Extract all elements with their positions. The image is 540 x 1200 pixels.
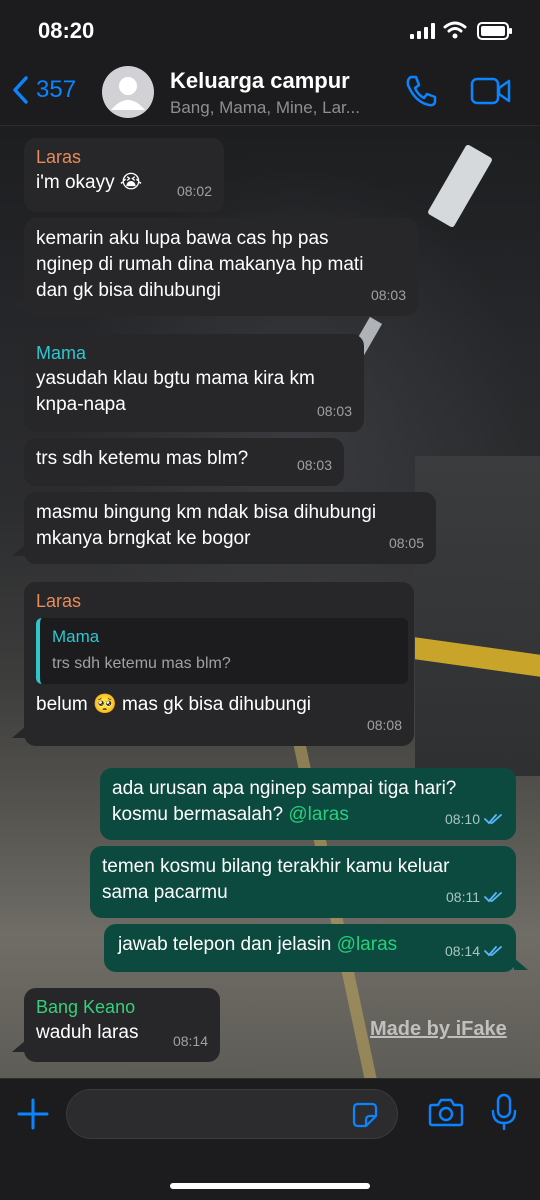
message-bubble-outgoing[interactable]: temen kosmu bilang terakhir kamu keluar …: [90, 846, 516, 918]
message-time: 08:08: [366, 717, 402, 733]
chat-title: Keluarga campur: [170, 68, 350, 93]
message-bubble[interactable]: kemarin aku lupa bawa cas hp pas nginep …: [24, 218, 418, 316]
unread-count: 357: [36, 76, 77, 103]
back-button[interactable]: 357: [12, 76, 76, 104]
message-time: 08:14: [445, 938, 504, 964]
sender-name: Laras: [36, 147, 82, 167]
message-text: trs sdh ketemu mas blm?: [36, 448, 249, 469]
bubble-tail: [12, 1040, 26, 1052]
group-avatar[interactable]: [102, 66, 154, 118]
back-chevron-icon: [13, 76, 28, 104]
mic-icon[interactable]: [490, 1093, 518, 1131]
message-time: 08:05: [388, 535, 424, 551]
message-bubble[interactable]: masmu bingung km ndak bisa dihubungi mka…: [24, 492, 436, 564]
message-text: belum 🥺 mas gk bisa dihubungi: [36, 694, 312, 715]
read-check-icon: [484, 814, 502, 825]
message-bubble[interactable]: Laras i'm okayy 😭 08:02: [24, 138, 224, 212]
bubble-tail: [514, 958, 528, 970]
call-icon[interactable]: [404, 74, 438, 108]
video-icon[interactable]: [470, 76, 512, 106]
sender-name: Bang Keano: [36, 997, 136, 1017]
bubble-tail: [12, 296, 26, 308]
plus-icon[interactable]: [16, 1097, 50, 1131]
message-time: 08:11: [446, 884, 504, 910]
bubble-tail: [12, 726, 26, 738]
message-bubble[interactable]: Mama yasudah klau bgtu mama kira km knpa…: [24, 334, 364, 432]
message-text: masmu bingung km ndak bisa dihubungi mka…: [36, 502, 377, 549]
watermark: Made by iFake: [370, 1018, 507, 1040]
sender-name: Mama: [36, 343, 87, 363]
message-text: temen kosmu bilang terakhir kamu keluar …: [102, 856, 450, 903]
message-time: 08:14: [172, 1033, 208, 1049]
avatar-placeholder-icon: [111, 77, 145, 110]
message-time: 08:10: [445, 806, 504, 832]
quoted-message[interactable]: Mama trs sdh ketemu mas blm?: [36, 618, 408, 684]
message-text: kemarin aku lupa bawa cas hp pas nginep …: [36, 228, 364, 301]
message-input[interactable]: [66, 1089, 398, 1139]
quoted-text: trs sdh ketemu mas blm?: [52, 655, 231, 672]
message-time: 08:03: [370, 287, 406, 303]
status-bar: 08:20: [0, 0, 540, 60]
message-bubble[interactable]: Bang Keano waduh laras 08:14: [24, 988, 220, 1062]
mention-link[interactable]: @laras: [288, 804, 348, 825]
message-bubble[interactable]: Laras Mama trs sdh ketemu mas blm? belum…: [24, 582, 414, 746]
message-bubble[interactable]: trs sdh ketemu mas blm? 08:03: [24, 438, 344, 486]
camera-icon[interactable]: [428, 1097, 464, 1127]
sender-name: Laras: [36, 591, 82, 611]
status-time: 08:20: [38, 18, 95, 43]
message-text: yasudah klau bgtu mama kira km knpa-napa: [36, 368, 315, 415]
sticker-icon[interactable]: [352, 1102, 378, 1128]
read-check-icon: [484, 892, 502, 903]
wifi-icon: [443, 21, 467, 39]
home-indicator: [170, 1183, 370, 1189]
read-check-icon: [484, 946, 502, 957]
mention-link[interactable]: @laras: [337, 934, 397, 955]
message-bubble-outgoing[interactable]: jawab telepon dan jelasin @laras 08:14: [104, 924, 516, 972]
chat-participants: Bang, Mama, Mine, Lar...: [170, 98, 360, 117]
message-time: 08:02: [176, 183, 212, 199]
input-bar: [0, 1078, 540, 1200]
background-light: [427, 143, 493, 229]
signal-icon: [410, 23, 435, 39]
chat-title-area[interactable]: Keluarga campur Bang, Mama, Mine, Lar...: [170, 68, 400, 118]
bubble-tail: [12, 544, 26, 556]
message-time: 08:03: [296, 457, 332, 473]
chat-header: 357 Keluarga campur Bang, Mama, Mine, La…: [0, 60, 540, 126]
message-bubble-outgoing[interactable]: ada urusan apa nginep sampai tiga hari? …: [100, 768, 516, 840]
battery-icon: [477, 22, 512, 40]
message-time: 08:03: [316, 403, 352, 419]
quoted-sender: Mama: [52, 627, 100, 646]
